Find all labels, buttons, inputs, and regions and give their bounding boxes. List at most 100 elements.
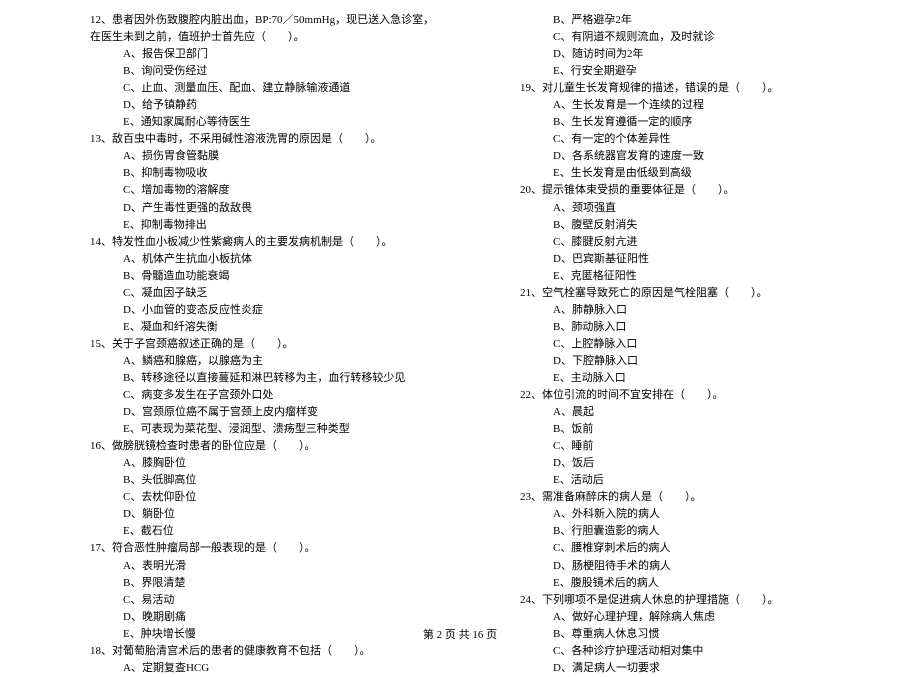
- question-stem: 20、提示锥体束受损的重要体征是（ ）。: [520, 182, 870, 199]
- option-list: A、晨起B、饭前C、睡前D、饭后E、活动后: [520, 404, 870, 489]
- option-list: A、损伤胃食管黏膜B、抑制毒物吸收C、增加毒物的溶解度D、产生毒性更强的敌敌畏E…: [90, 148, 440, 233]
- option: E、主动脉入口: [553, 370, 870, 387]
- option: A、颈项强直: [553, 200, 870, 217]
- question-stem: 23、需准备麻醉床的病人是（ ）。: [520, 489, 870, 506]
- option: E、凝血和纤溶失衡: [123, 319, 440, 336]
- option: D、肠梗阻待手术的病人: [553, 558, 870, 575]
- option: A、生长发育是一个连续的过程: [553, 97, 870, 114]
- option: B、抑制毒物吸收: [123, 165, 440, 182]
- option: C、上腔静脉入口: [553, 336, 870, 353]
- question: 15、关于子宫颈癌叙述正确的是（ ）。A、鳞癌和腺癌，以腺癌为主B、转移途径以直…: [90, 336, 440, 438]
- option: A、表明光滑: [123, 558, 440, 575]
- option-list: A、膝胸卧位B、头低脚高位C、去枕仰卧位D、躺卧位E、截石位: [90, 455, 440, 540]
- option: A、肺静脉入口: [553, 302, 870, 319]
- question-stem: 17、符合恶性肿瘤局部一般表现的是（ ）。: [90, 540, 440, 557]
- option: D、产生毒性更强的敌敌畏: [123, 200, 440, 217]
- question-stem: 19、对儿童生长发育规律的描述，错误的是（ ）。: [520, 80, 870, 97]
- option: C、膝腱反射亢进: [553, 234, 870, 251]
- option: E、活动后: [553, 472, 870, 489]
- option: E、克匿格征阳性: [553, 268, 870, 285]
- option: E、截石位: [123, 523, 440, 540]
- option: B、行胆囊造影的病人: [553, 523, 870, 540]
- option: C、增加毒物的溶解度: [123, 182, 440, 199]
- option: B、腹壁反射消失: [553, 217, 870, 234]
- option: D、饭后: [553, 455, 870, 472]
- option-list: A、做好心理护理，解除病人焦虑B、尊重病人休息习惯C、各种诊疗护理活动相对集中D…: [520, 609, 870, 677]
- option: A、报告保卫部门: [123, 46, 440, 63]
- question-stem: 16、做膀胱镜检查时患者的卧位应是（ ）。: [90, 438, 440, 455]
- option: A、定期复查HCG: [123, 660, 440, 677]
- option-list: B、严格避孕2年C、有阴道不规则流血，及时就诊D、随访时间为2年E、行安全期避孕: [520, 12, 870, 80]
- option-list: A、生长发育是一个连续的过程B、生长发育遵循一定的顺序C、有一定的个体差异性D、…: [520, 97, 870, 182]
- option: C、腰椎穿刺术后的病人: [553, 540, 870, 557]
- question-stem: 12、患者因外伤致腹腔内脏出血，BP:70／50mmHg，现已送入急诊室，在医生…: [90, 12, 440, 46]
- option: E、抑制毒物排出: [123, 217, 440, 234]
- option: A、机体产生抗血小板抗体: [123, 251, 440, 268]
- option: E、腹股镜术后的病人: [553, 575, 870, 592]
- option: A、晨起: [553, 404, 870, 421]
- option: C、易活动: [123, 592, 440, 609]
- option-list: A、报告保卫部门B、询问受伤经过C、止血、测量血压、配血、建立静脉输液通道D、给…: [90, 46, 440, 131]
- option: A、膝胸卧位: [123, 455, 440, 472]
- question-stem: 15、关于子宫颈癌叙述正确的是（ ）。: [90, 336, 440, 353]
- question: 20、提示锥体束受损的重要体征是（ ）。A、颈项强直B、腹壁反射消失C、膝腱反射…: [520, 182, 870, 284]
- question-stem: 22、体位引流的时间不宜安排在（ ）。: [520, 387, 870, 404]
- right-column: B、严格避孕2年C、有阴道不规则流血，及时就诊D、随访时间为2年E、行安全期避孕…: [520, 12, 870, 677]
- option: B、饭前: [553, 421, 870, 438]
- option: B、生长发育遵循一定的顺序: [553, 114, 870, 131]
- option: B、转移途径以直接蔓延和淋巴转移为主，血行转移较少见: [123, 370, 440, 387]
- question: 19、对儿童生长发育规律的描述，错误的是（ ）。A、生长发育是一个连续的过程B、…: [520, 80, 870, 182]
- question: 18、对葡萄胎清宫术后的患者的健康教育不包括（ ）。A、定期复查HCG: [90, 643, 440, 677]
- option: B、界限清楚: [123, 575, 440, 592]
- option: C、有一定的个体差异性: [553, 131, 870, 148]
- option: A、做好心理护理，解除病人焦虑: [553, 609, 870, 626]
- option: E、通知家属耐心等待医生: [123, 114, 440, 131]
- option: E、生长发育是由低级到高级: [553, 165, 870, 182]
- option-list: A、鳞癌和腺癌，以腺癌为主B、转移途径以直接蔓延和淋巴转移为主，血行转移较少见C…: [90, 353, 440, 438]
- page-footer: 第 2 页 共 16 页: [0, 626, 920, 642]
- option: C、去枕仰卧位: [123, 489, 440, 506]
- question-stem: 24、下列哪项不是促进病人休息的护理措施（ ）。: [520, 592, 870, 609]
- option-list: A、机体产生抗血小板抗体B、骨髓造血功能衰竭C、凝血因子缺乏D、小血管的变态反应…: [90, 251, 440, 336]
- option: B、骨髓造血功能衰竭: [123, 268, 440, 285]
- option-list: A、颈项强直B、腹壁反射消失C、膝腱反射亢进D、巴宾斯基征阳性E、克匿格征阳性: [520, 200, 870, 285]
- option: C、病变多发生在子宫颈外口处: [123, 387, 440, 404]
- option: E、可表现为菜花型、浸润型、溃疡型三种类型: [123, 421, 440, 438]
- option: C、止血、测量血压、配血、建立静脉输液通道: [123, 80, 440, 97]
- option-list: A、肺静脉入口B、肺动脉入口C、上腔静脉入口D、下腔静脉入口E、主动脉入口: [520, 302, 870, 387]
- option: B、头低脚高位: [123, 472, 440, 489]
- option: D、宫颈原位癌不属于宫颈上皮内瘤样变: [123, 404, 440, 421]
- question-stem: 18、对葡萄胎清宫术后的患者的健康教育不包括（ ）。: [90, 643, 440, 660]
- question: 12、患者因外伤致腹腔内脏出血，BP:70／50mmHg，现已送入急诊室，在医生…: [90, 12, 440, 131]
- option: D、晚期剧痛: [123, 609, 440, 626]
- option: D、巴宾斯基征阳性: [553, 251, 870, 268]
- option: D、给予镇静药: [123, 97, 440, 114]
- option: C、睡前: [553, 438, 870, 455]
- option: A、外科新入院的病人: [553, 506, 870, 523]
- question: 16、做膀胱镜检查时患者的卧位应是（ ）。A、膝胸卧位B、头低脚高位C、去枕仰卧…: [90, 438, 440, 540]
- option: B、询问受伤经过: [123, 63, 440, 80]
- option: C、有阴道不规则流血，及时就诊: [553, 29, 870, 46]
- question: 13、敌百虫中毒时，不采用碱性溶液洗胃的原因是（ ）。A、损伤胃食管黏膜B、抑制…: [90, 131, 440, 233]
- question: B、严格避孕2年C、有阴道不规则流血，及时就诊D、随访时间为2年E、行安全期避孕: [520, 12, 870, 80]
- question-stem: 14、特发性血小板减少性紫癜病人的主要发病机制是（ ）。: [90, 234, 440, 251]
- option: D、满足病人一切要求: [553, 660, 870, 677]
- option: A、损伤胃食管黏膜: [123, 148, 440, 165]
- question: 23、需准备麻醉床的病人是（ ）。A、外科新入院的病人B、行胆囊造影的病人C、腰…: [520, 489, 870, 591]
- question: 22、体位引流的时间不宜安排在（ ）。A、晨起B、饭前C、睡前D、饭后E、活动后: [520, 387, 870, 489]
- option: B、肺动脉入口: [553, 319, 870, 336]
- option: A、鳞癌和腺癌，以腺癌为主: [123, 353, 440, 370]
- option: D、各系统器官发育的速度一致: [553, 148, 870, 165]
- option-list: A、定期复查HCG: [90, 660, 440, 677]
- option: D、下腔静脉入口: [553, 353, 870, 370]
- option: D、随访时间为2年: [553, 46, 870, 63]
- option: C、各种诊疗护理活动相对集中: [553, 643, 870, 660]
- option-list: A、外科新入院的病人B、行胆囊造影的病人C、腰椎穿刺术后的病人D、肠梗阻待手术的…: [520, 506, 870, 591]
- option: D、小血管的变态反应性炎症: [123, 302, 440, 319]
- question: 14、特发性血小板减少性紫癜病人的主要发病机制是（ ）。A、机体产生抗血小板抗体…: [90, 234, 440, 336]
- option: B、严格避孕2年: [553, 12, 870, 29]
- option: C、凝血因子缺乏: [123, 285, 440, 302]
- left-column: 12、患者因外伤致腹腔内脏出血，BP:70／50mmHg，现已送入急诊室，在医生…: [90, 12, 440, 677]
- option: D、躺卧位: [123, 506, 440, 523]
- question-stem: 13、敌百虫中毒时，不采用碱性溶液洗胃的原因是（ ）。: [90, 131, 440, 148]
